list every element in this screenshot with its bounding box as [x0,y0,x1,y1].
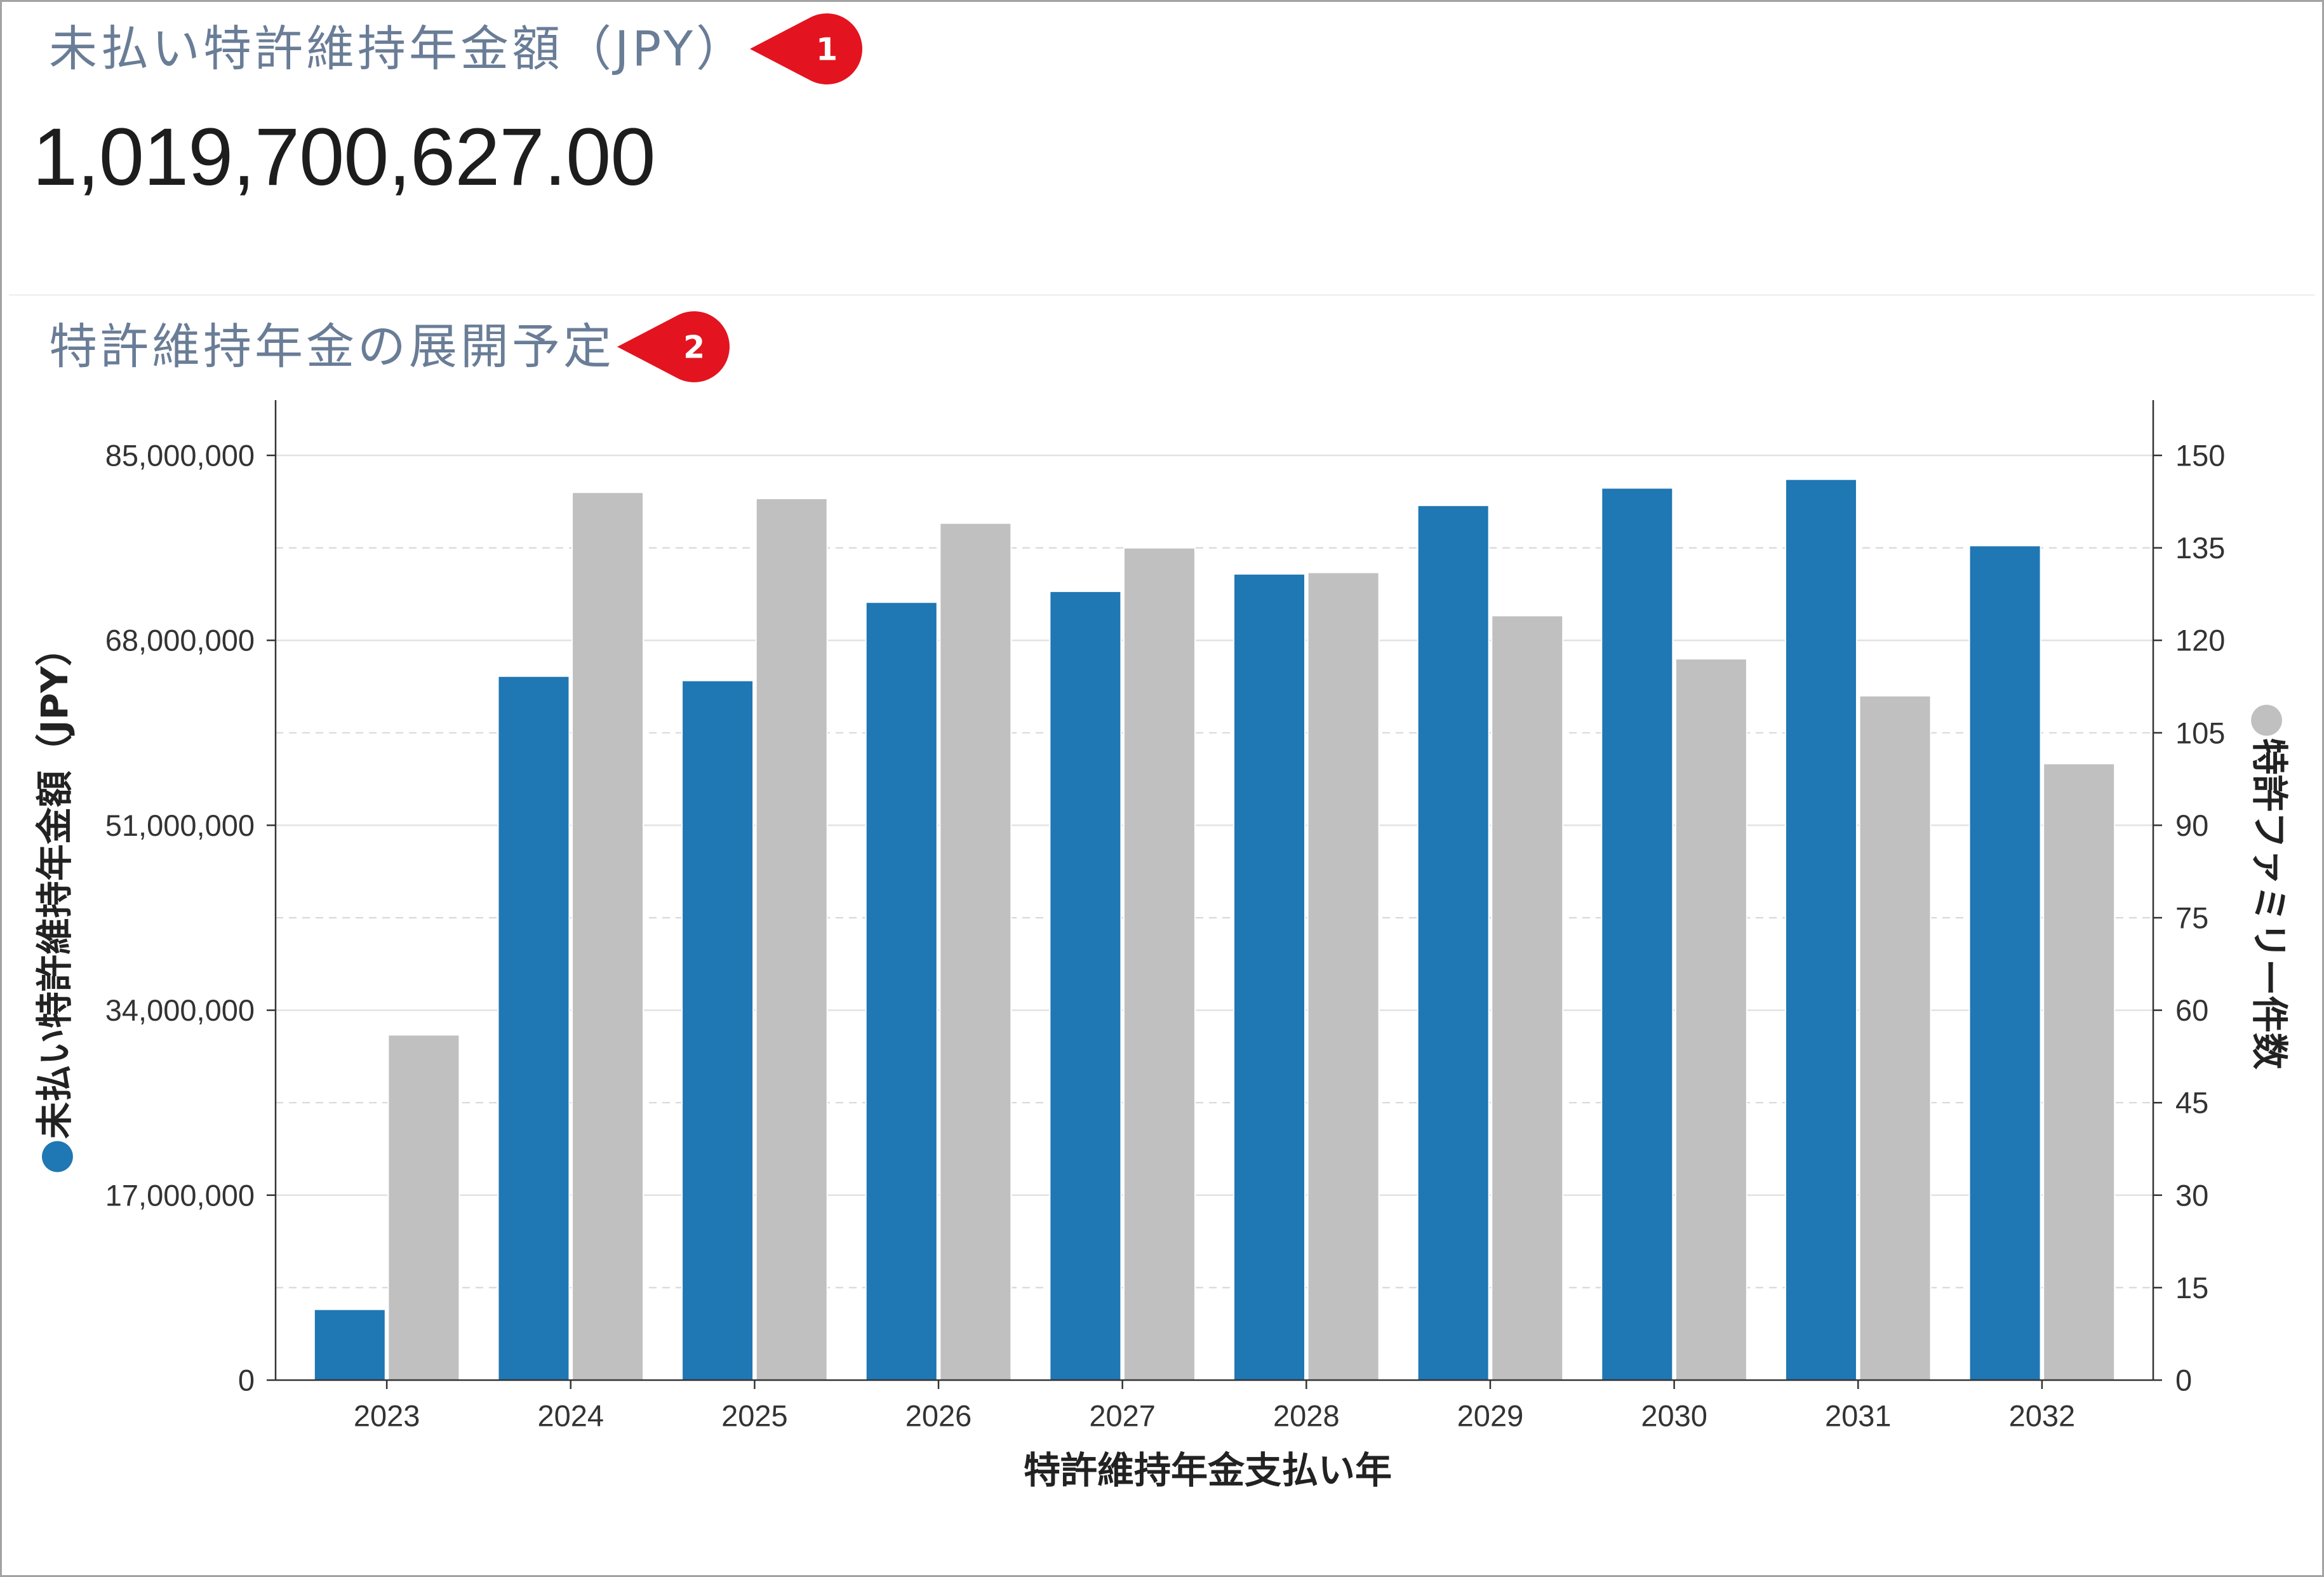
bar-count-2023 [387,1034,460,1381]
y-axis-title-right: ●特許ファミリー件数 [2246,702,2293,1070]
x-tick-label: 2023 [354,1399,420,1433]
y-tick-label-left: 34,000,000 [105,993,255,1027]
bar-jpy-2029 [1417,504,1490,1381]
bar-jpy-2026 [865,601,938,1381]
y-tick-label-right: 120 [2175,624,2225,657]
badge-number: 1 [816,32,838,68]
y-tick-label-right: 15 [2175,1271,2208,1305]
y-tick-label-left: 17,000,000 [105,1178,255,1212]
bar-jpy-2024 [497,675,570,1381]
y-tick-label-right: 45 [2175,1086,2208,1120]
y-tick-label-right: 75 [2175,901,2208,935]
y-axis-title-left: ●未払い特許維持年金額（JPY） [31,629,78,1174]
badge-shape [750,13,862,84]
bar-jpy-2032 [1968,545,2041,1381]
bar-jpy-2030 [1601,487,1674,1381]
y-tick-label-right: 30 [2175,1178,2208,1212]
y-tick-label-left: 0 [238,1364,255,1397]
y-tick-label-right: 60 [2175,993,2208,1027]
x-tick-label: 2030 [1641,1399,1707,1433]
annotation-badge-1: 1 [750,13,862,84]
y-axis-title-left-text: 未払い特許維持年金額（JPY） [33,629,76,1139]
bar-count-2024 [571,492,644,1381]
annotation-badge-2: 2 [617,311,730,382]
y-tick-label-left: 85,000,000 [105,439,255,473]
badge-number: 2 [683,330,705,366]
bar-count-2027 [1123,547,1196,1381]
bars-layer [313,478,2116,1381]
bar-jpy-2028 [1233,573,1306,1381]
bar-jpy-2031 [1784,478,1857,1381]
bar-jpy-2025 [681,680,754,1381]
bar-jpy-2027 [1049,591,1122,1381]
x-tick-label: 2032 [2009,1399,2076,1433]
y-tick-label-right: 150 [2175,439,2225,473]
y-tick-label-right: 90 [2175,809,2208,842]
y-axis-title-right-text: 特許ファミリー件数 [2248,738,2291,1070]
chart-title: 特許維持年金の展開予定 [49,318,615,375]
chart-title-row: 特許維持年金の展開予定 2 [49,311,730,382]
kpi-title: 未払い特許維持年金額（JPY） [49,20,747,77]
bar-count-2032 [2043,763,2116,1381]
series-dot-icon: ● [31,1139,78,1174]
y-tick-label-right: 135 [2175,531,2225,565]
bar-count-2026 [939,522,1012,1381]
x-tick-label: 2028 [1273,1399,1340,1433]
y-tick-label-left: 68,000,000 [105,624,255,657]
bar-chart: 0 17,000,000 34,000,000 51,000,000 68,000,00… [31,400,2293,1492]
x-axis-title: 特許維持年金支払い年 [1024,1449,1392,1492]
badge-shape [617,311,730,382]
x-tick-label: 2027 [1089,1399,1156,1433]
x-tick-label: 2031 [1825,1399,1892,1433]
bar-count-2030 [1674,658,1747,1381]
bar-count-2031 [1859,695,1932,1381]
kpi-value: 1,019,700,627.00 [32,112,655,203]
x-tick-label: 2029 [1457,1399,1524,1433]
series-dot-icon: ● [2246,702,2293,738]
bar-count-2025 [755,497,828,1381]
bar-count-2029 [1491,615,1564,1381]
y-tick-label-right: 0 [2175,1364,2192,1397]
y-tick-label-left: 51,000,000 [105,809,255,842]
bar-count-2028 [1307,572,1380,1381]
x-tick-label: 2024 [537,1399,604,1433]
kpi-title-row: 未払い特許維持年金額（JPY） 1 [49,13,862,84]
bar-jpy-2023 [313,1308,386,1381]
y-tick-label-right: 105 [2175,716,2225,749]
x-tick-label: 2026 [905,1399,972,1433]
dashboard-widget: 未払い特許維持年金額（JPY） 1 1,019,700,627.00 特許維持年… [0,0,2324,1577]
x-tick-label: 2025 [721,1399,788,1433]
